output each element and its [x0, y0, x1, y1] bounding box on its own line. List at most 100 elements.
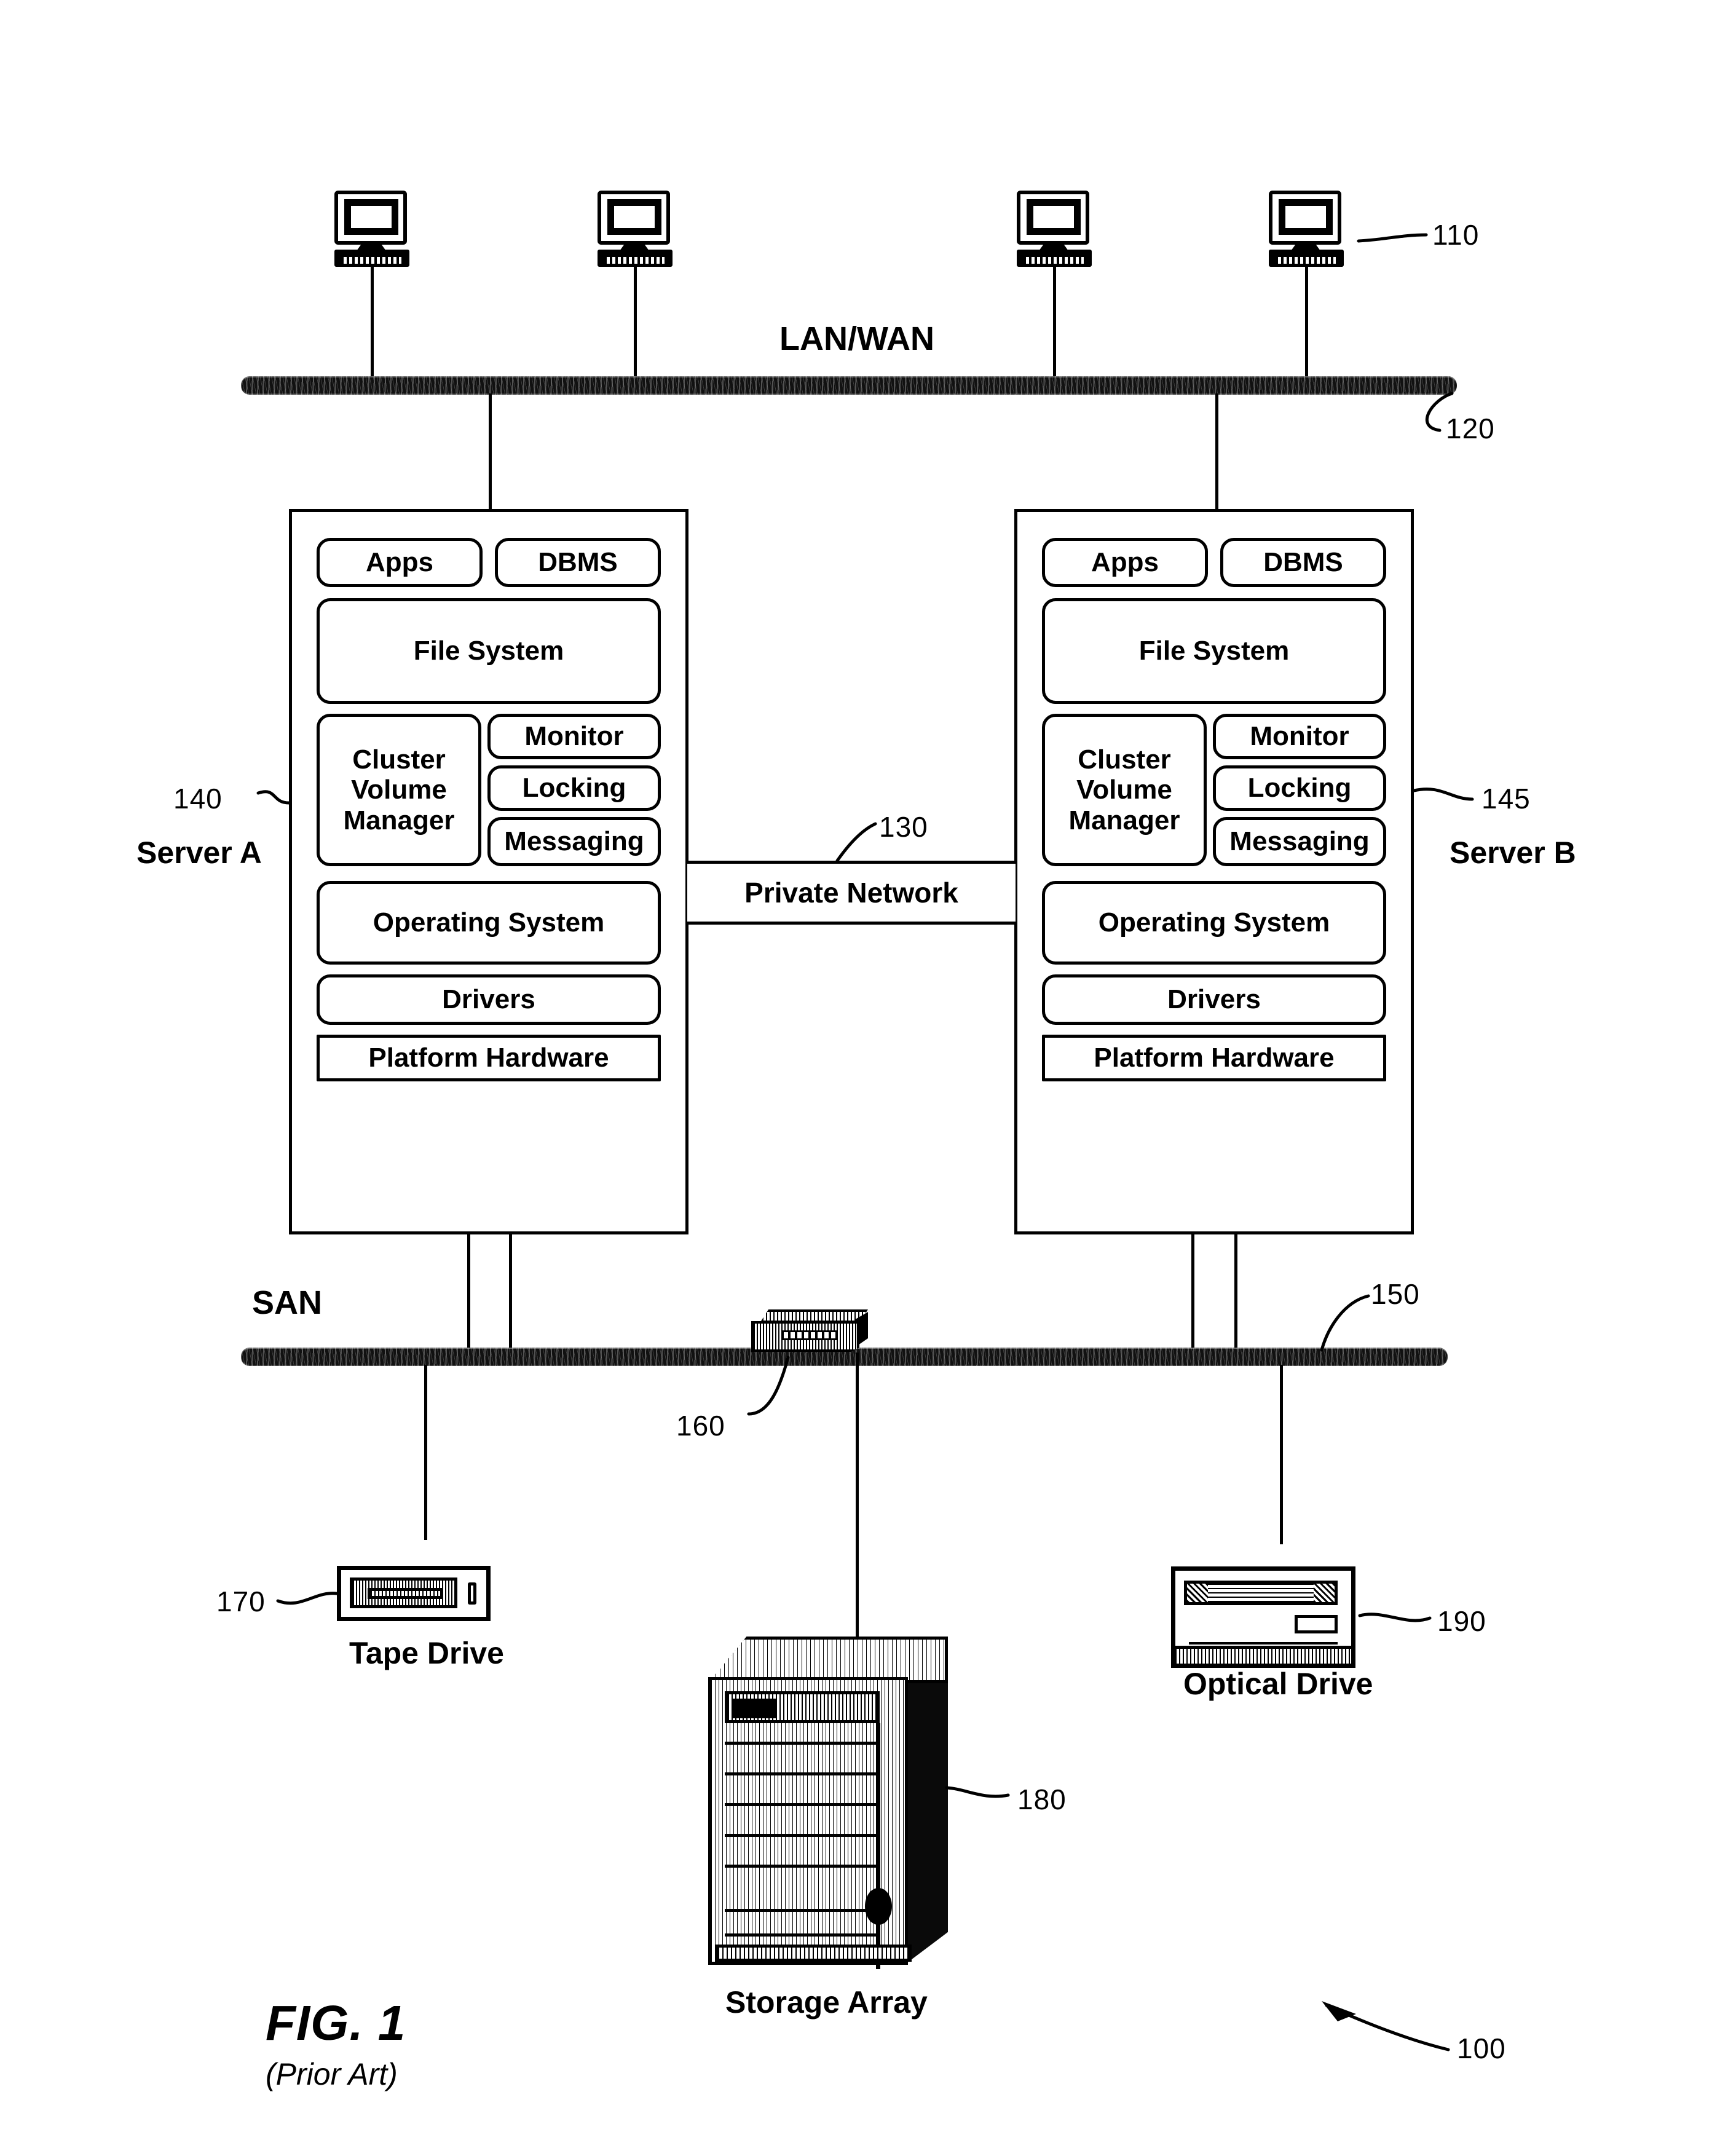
server-a-label: Server A	[136, 835, 262, 870]
leader-170	[276, 1592, 339, 1605]
tape-drive-link	[424, 1365, 427, 1540]
figure-title: FIG. 1	[266, 1996, 406, 2050]
server-b-monitor-block: Monitor	[1213, 714, 1386, 759]
optical-eject-button-icon	[1295, 1615, 1338, 1633]
server-b-label: Server B	[1450, 835, 1576, 870]
array-drive-sled	[725, 1933, 878, 1937]
server-a-san-link-1	[467, 1233, 470, 1357]
leader-140	[256, 790, 291, 805]
array-controller-bezel-icon	[725, 1691, 880, 1723]
server-a-ref-number: 140	[173, 783, 223, 815]
server-a-platform-hardware-block: Platform Hardware	[317, 1035, 661, 1081]
server-b-chassis: Apps DBMS File System Cluster Volume Man…	[1014, 509, 1414, 1234]
server-a-file-system-block: File System	[317, 598, 661, 704]
server-a-chassis: Apps DBMS File System Cluster Volume Man…	[289, 509, 688, 1234]
leader-100-arrowhead	[1322, 2001, 1356, 2021]
storage-array-ref-number: 180	[1017, 1783, 1067, 1815]
array-drive-sled	[725, 1834, 878, 1837]
leader-150	[1320, 1294, 1370, 1352]
monitor-screen-icon	[607, 199, 661, 235]
server-a-locking-block: Locking	[487, 765, 661, 811]
optical-drive-ref-number: 190	[1437, 1605, 1486, 1637]
keyboard-icon	[1269, 250, 1344, 267]
tape-drive-ref-number: 170	[216, 1585, 266, 1617]
server-b-locking-block: Locking	[1213, 765, 1386, 811]
server-b-messaging-block: Messaging	[1213, 817, 1386, 866]
tape-cartridge-slot-icon	[350, 1578, 457, 1608]
lan-wan-label: LAN/WAN	[779, 320, 934, 357]
server-a-drivers-block: Drivers	[317, 974, 661, 1025]
leader-145	[1412, 788, 1474, 801]
array-drive-sled	[725, 1865, 878, 1868]
array-drive-sled	[725, 1742, 878, 1745]
figure-subtitle: (Prior Art)	[266, 2057, 398, 2091]
private-network-box: Private Network	[687, 861, 1016, 925]
server-a-monitor-block: Monitor	[487, 714, 661, 759]
tape-drive-icon	[337, 1566, 491, 1621]
workstation-ref-number: 110	[1432, 219, 1480, 251]
server-a-operating-system-block: Operating System	[317, 881, 661, 965]
server-a-san-link-2	[509, 1233, 512, 1357]
storage-array-label: Storage Array	[725, 1985, 928, 2020]
san-switch-ref-number: 160	[676, 1410, 725, 1442]
server-b-san-link-2	[1234, 1233, 1237, 1357]
optical-disc-bay-icon	[1184, 1581, 1338, 1605]
server-a-dbms-block: DBMS	[495, 538, 661, 587]
private-network-ref-number: 130	[879, 811, 928, 843]
leader-110	[1357, 233, 1428, 243]
san-switch-icon	[751, 1309, 868, 1352]
server-a-uplink	[489, 393, 492, 511]
array-latch-rail	[876, 1723, 880, 1969]
server-b-uplink	[1215, 393, 1218, 511]
workstation-icon-4	[1266, 191, 1346, 270]
server-b-ref-number: 145	[1481, 783, 1531, 815]
system-ref-number: 100	[1457, 2032, 1506, 2064]
server-b-platform-hardware-block: Platform Hardware	[1042, 1035, 1386, 1081]
storage-array-icon	[708, 1637, 948, 1969]
leader-190	[1358, 1613, 1432, 1622]
tape-drive-label: Tape Drive	[349, 1636, 504, 1670]
workstation-icon-3	[1014, 191, 1094, 270]
optical-drive-icon	[1171, 1566, 1355, 1668]
san-ref-number: 150	[1371, 1278, 1420, 1310]
array-base-plinth	[715, 1945, 912, 1962]
optical-vent-line	[1189, 1642, 1338, 1645]
keyboard-icon	[598, 250, 673, 267]
workstation-icon-1	[332, 191, 412, 270]
server-b-cluster-volume-manager-block: Cluster Volume Manager	[1042, 714, 1207, 866]
optical-drive-label: Optical Drive	[1183, 1667, 1373, 1701]
lan-wan-bus	[241, 376, 1457, 395]
optical-drive-base	[1175, 1646, 1351, 1664]
leader-180	[945, 1786, 1010, 1798]
array-drive-sled	[725, 1772, 878, 1775]
monitor-screen-icon	[1027, 199, 1081, 235]
storage-array-link	[856, 1352, 859, 1638]
workstation-link-1	[371, 267, 374, 381]
switch-ports-icon	[782, 1330, 837, 1340]
leader-130	[835, 822, 877, 863]
server-b-drivers-block: Drivers	[1042, 974, 1386, 1025]
array-side-face	[906, 1649, 948, 1964]
tape-drive-indicator-icon	[468, 1582, 476, 1605]
array-front-face	[708, 1677, 912, 1969]
optical-drive-link	[1280, 1365, 1283, 1544]
monitor-screen-icon	[344, 199, 398, 235]
array-drive-sled	[725, 1803, 878, 1806]
san-label: SAN	[252, 1284, 323, 1321]
server-b-san-link-1	[1191, 1233, 1194, 1357]
lan-wan-ref-number: 120	[1446, 413, 1495, 444]
switch-top-face	[760, 1309, 868, 1323]
server-a-cluster-volume-manager-block: Cluster Volume Manager	[317, 714, 481, 866]
server-a-messaging-block: Messaging	[487, 817, 661, 866]
workstation-icon-2	[595, 191, 675, 270]
workstation-link-2	[634, 267, 637, 381]
patent-figure-canvas: LAN/WAN Apps DBMS File System Cluster Vo…	[0, 0, 1720, 2156]
workstation-link-4	[1305, 267, 1308, 381]
array-drive-sled	[725, 1909, 878, 1912]
server-b-dbms-block: DBMS	[1220, 538, 1386, 587]
array-top-face	[708, 1637, 948, 1683]
leader-100	[1325, 2004, 1450, 2051]
monitor-screen-icon	[1279, 199, 1333, 235]
workstation-link-3	[1053, 267, 1056, 381]
keyboard-icon	[1017, 250, 1092, 267]
